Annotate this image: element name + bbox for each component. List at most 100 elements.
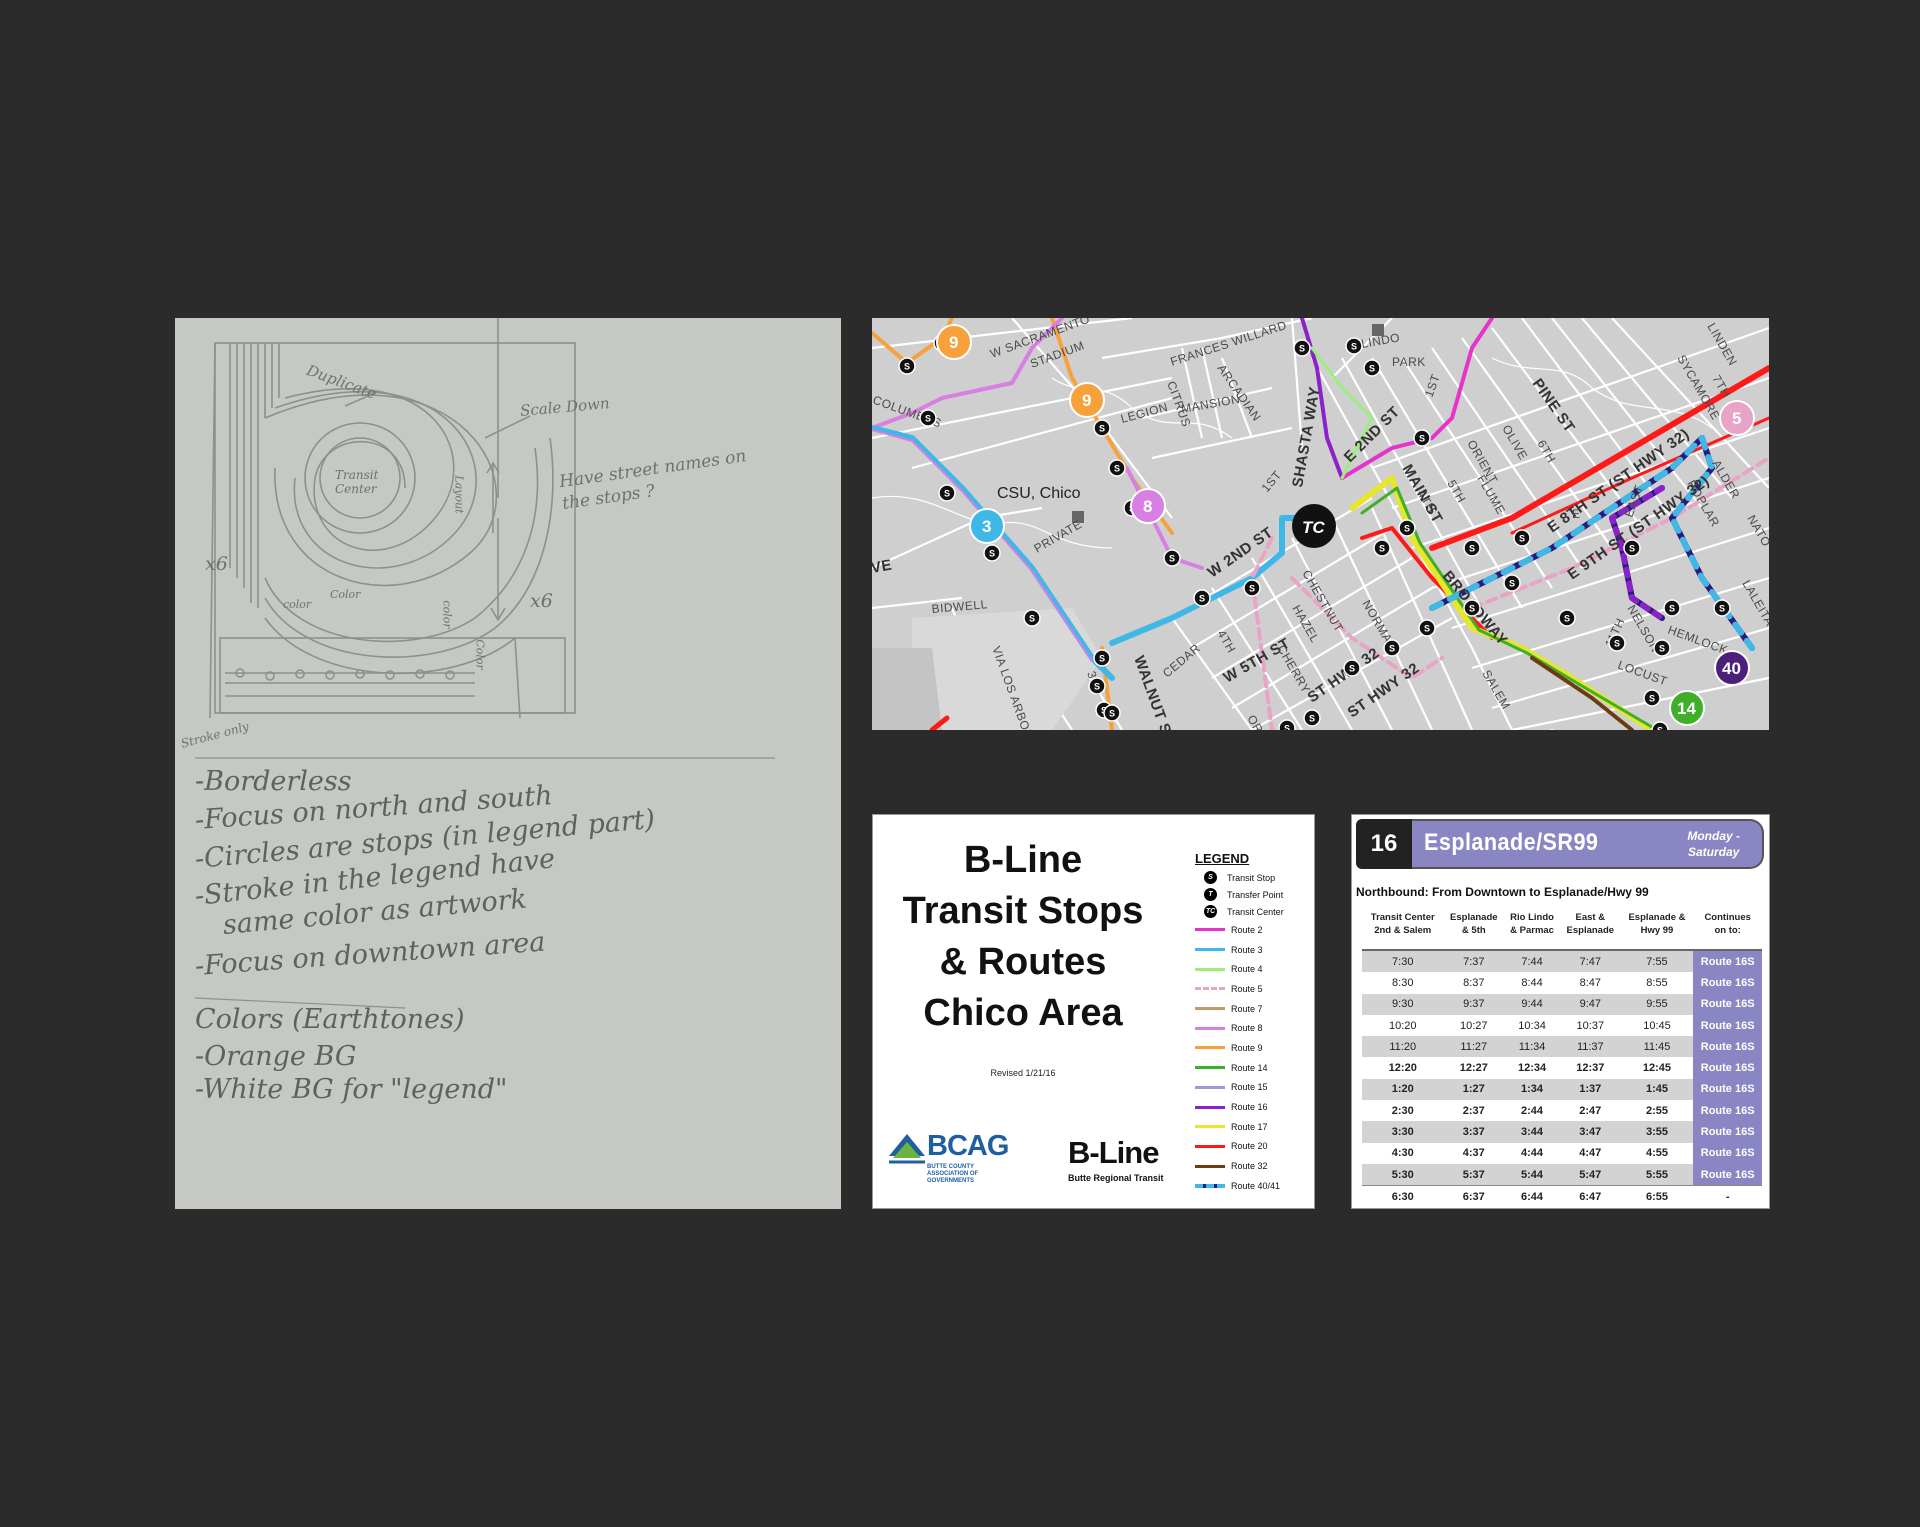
schedule-row: 1:20 1:27 1:34 1:37 1:45 Route 16S — [1362, 1078, 1762, 1101]
transit-stop-marker: S — [1103, 704, 1121, 722]
street-label: LINDO — [1360, 330, 1401, 351]
sketch-annotation-x6-right: x6 — [530, 590, 553, 612]
legend-route-swatch — [1195, 1144, 1225, 1148]
schedule-time-cell: 6:47 — [1560, 1185, 1621, 1208]
svg-text:S: S — [1369, 364, 1375, 374]
schedule-time-cell: 9:37 — [1443, 993, 1505, 1015]
legend-route-row: Route 5 — [1195, 979, 1310, 999]
svg-text:14: 14 — [1677, 699, 1696, 718]
schedule-time-cell: 3:37 — [1443, 1121, 1505, 1143]
legend-route-label: Route 15 — [1231, 1082, 1268, 1093]
schedule-time-cell: 9:30 — [1362, 993, 1444, 1015]
schedule-column-header: Transit Center 2nd & Salem — [1370, 912, 1435, 936]
legend-route-row: Route 32 — [1195, 1156, 1310, 1176]
legend-route-label: Route 2 — [1231, 924, 1263, 935]
transit-map: TC CSU, Chico W SACRAMENTO FRANCES WILLA… — [872, 318, 1769, 730]
schedule-time-cell: 9:55 — [1620, 993, 1694, 1015]
schedule-time-cell: 9:47 — [1560, 993, 1621, 1015]
sketch-note: -White BG for "legend" — [195, 1074, 508, 1105]
transit-stop-marker: S — [983, 544, 1001, 562]
schedule-time-cell: 10:34 — [1518, 1019, 1546, 1032]
street-label: 4TH — [1214, 628, 1238, 656]
schedule-time-cell: 1:20 — [1362, 1078, 1444, 1101]
legend-route-label: Route 32 — [1231, 1161, 1268, 1172]
transit-stop-marker: S — [1398, 519, 1416, 537]
transit-stop-marker: S — [1653, 639, 1671, 657]
schedule-time-cell: 7:37 — [1443, 948, 1505, 973]
schedule-row: 7:30 7:37 7:44 7:47 7:55 Route 16S — [1362, 948, 1762, 973]
transit-stop-marker: S — [1418, 619, 1436, 637]
schedule-time-cell: 1:45 — [1620, 1078, 1694, 1101]
schedule-time-cell: 5:30 — [1362, 1163, 1444, 1186]
place-label-csu: CSU, Chico — [997, 485, 1081, 502]
schedule-time-cell: 4:55 — [1645, 1147, 1668, 1160]
b-line-subtitle: Butte Regional Transit — [1068, 1173, 1164, 1183]
route-badge: 5 — [1719, 400, 1755, 436]
schedule-continues-cell: Route 16S — [1693, 1057, 1762, 1079]
street-label: PARK — [1392, 355, 1426, 369]
schedule-row: 8:30 8:37 8:44 8:47 8:55 Route 16S — [1362, 972, 1762, 994]
schedule-time-cell: 8:37 — [1463, 976, 1485, 989]
svg-text:S: S — [1099, 424, 1105, 434]
svg-text:S: S — [1564, 614, 1570, 624]
transit-center-marker: TC — [1292, 504, 1336, 548]
transit-center-label: TC — [1302, 518, 1325, 537]
svg-text:S: S — [1404, 524, 1410, 534]
svg-text:8: 8 — [1143, 497, 1152, 516]
street-label: 6TH — [1534, 438, 1558, 466]
street-label: PRIVATE — [1032, 517, 1085, 556]
legend-symbol-icon: S — [1204, 871, 1217, 884]
schedule-continues-cell: Route 16S — [1693, 1036, 1762, 1058]
svg-text:S: S — [989, 549, 995, 559]
schedule-time-cell: 7:47 — [1560, 948, 1621, 973]
revised-date: Revised 1/21/16 — [990, 1068, 1056, 1078]
svg-text:S: S — [1199, 594, 1205, 604]
schedule-time-cell: 7:55 — [1620, 948, 1694, 973]
schedule-time-cell: 3:47 — [1560, 1121, 1621, 1143]
svg-text:S: S — [1389, 644, 1395, 654]
schedule-continues-cell: - — [1693, 1185, 1762, 1208]
svg-text:9: 9 — [1082, 391, 1091, 410]
svg-text:S: S — [1424, 624, 1430, 634]
schedule-continues-cell: Route 16S — [1693, 948, 1762, 973]
b-line-name: B-Line — [1068, 1135, 1159, 1170]
schedule-time-cell: 5:37 — [1443, 1163, 1505, 1186]
route-badge: 8 — [1130, 488, 1166, 524]
legend-route-label: Route 8 — [1231, 1023, 1263, 1034]
legend-routes: Route 2 Route 3 Route 4 Route 5 Route 7 Route… — [1195, 920, 1310, 1196]
route-badge: 14 — [1669, 690, 1705, 726]
schedule-row: 5:30 5:37 5:44 5:47 5:55 Route 16S — [1362, 1163, 1762, 1186]
svg-text:S: S — [925, 414, 931, 424]
schedule-continues-cell: Route 16S — [1693, 972, 1762, 994]
transit-stop-marker: S — [1463, 539, 1481, 557]
schedule-continues-cell: Route 16S — [1693, 1163, 1762, 1186]
svg-text:S: S — [1669, 604, 1675, 614]
street-label: VE — [872, 557, 893, 577]
transit-stop-marker: S — [1373, 539, 1391, 557]
schedule-time-cell: 2:47 — [1579, 1104, 1602, 1117]
transit-stop-marker: S — [1193, 589, 1211, 607]
bcag-mountain-icon — [889, 1134, 925, 1164]
legend-route-row: Route 15 — [1195, 1078, 1310, 1098]
schedule-time-cell: 3:55 — [1620, 1121, 1694, 1143]
svg-text:S: S — [1169, 554, 1175, 564]
legend-route-row: Route 7 — [1195, 999, 1310, 1019]
schedule-row: 2:30 2:37 2:44 2:47 2:55 Route 16S — [1362, 1100, 1762, 1122]
street-label: CHERRY — [1274, 643, 1313, 696]
schedule-row: 4:30 4:37 4:44 4:47 4:55 Route 16S — [1362, 1142, 1762, 1164]
transit-stop-marker: S — [1608, 634, 1626, 652]
svg-text:S: S — [1379, 544, 1385, 554]
legend-route-swatch — [1195, 1007, 1225, 1011]
svg-text:9: 9 — [949, 333, 958, 352]
svg-text:S: S — [944, 489, 950, 499]
legend-route-swatch — [1195, 1046, 1225, 1050]
svg-text:S: S — [1629, 544, 1635, 554]
schedule-continues-cell: Route 16S — [1693, 1100, 1762, 1122]
street-label: LINDEN — [1704, 321, 1740, 369]
title-legend-card: B-Line Transit Stops & Routes Chico Area… — [872, 814, 1315, 1209]
schedule-time-cell: 11:45 — [1620, 1036, 1694, 1058]
svg-text:S: S — [1469, 544, 1475, 554]
transit-stop-marker: S — [1343, 659, 1361, 677]
legend-route-row: Route 16 — [1195, 1097, 1310, 1117]
bcag-logo: BCAG BUTTE COUNTY ASSOCIATION OF GOVERNM… — [887, 1130, 1037, 1190]
